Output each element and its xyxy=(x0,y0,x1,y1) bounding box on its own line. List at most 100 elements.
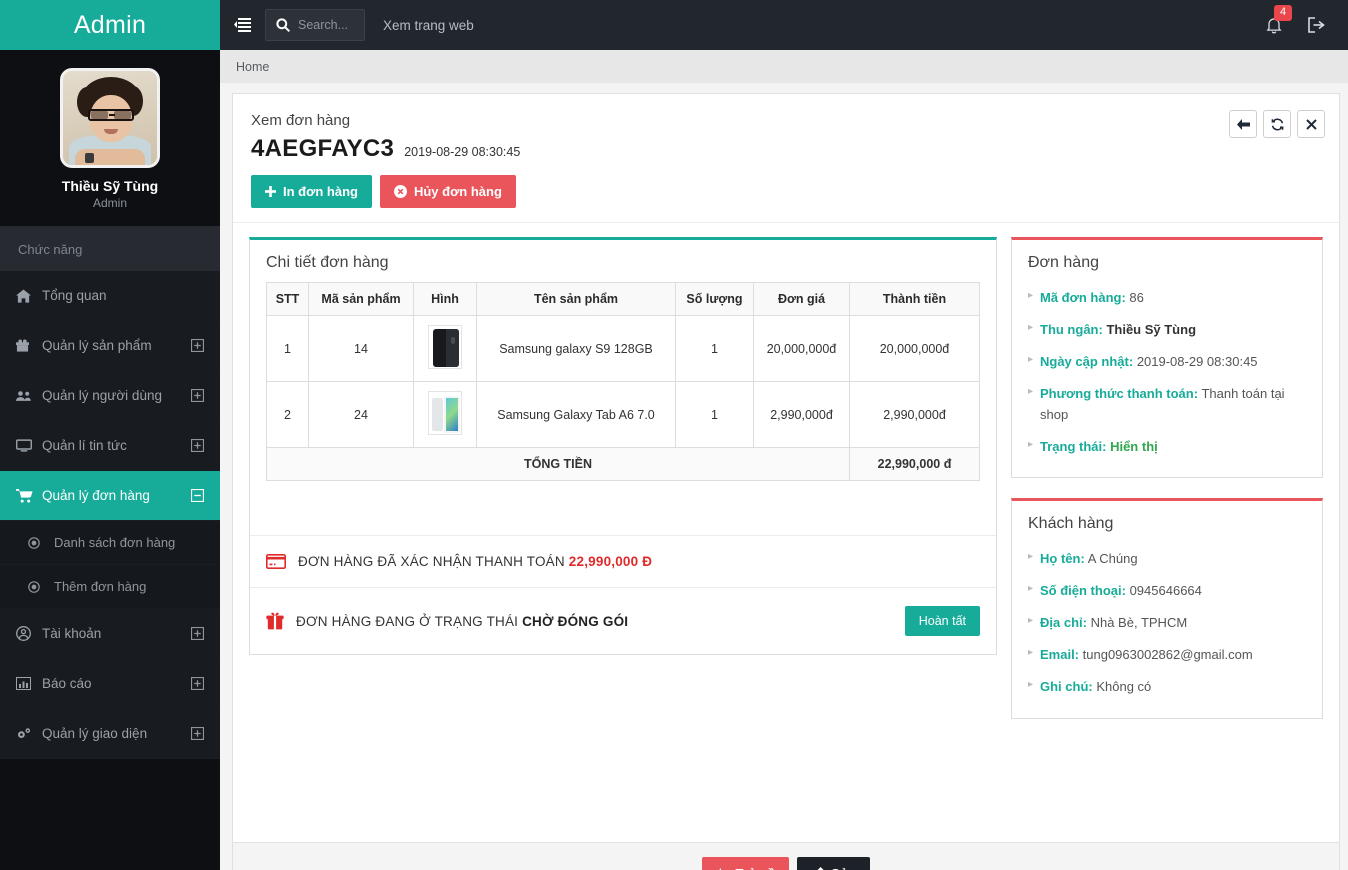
plus-square-icon[interactable] xyxy=(191,727,204,740)
dot-circle-icon xyxy=(28,580,54,593)
list-item: Mã đơn hàng: 86 xyxy=(1028,282,1306,314)
complete-order-button[interactable]: Hoàn tất xyxy=(904,606,980,636)
cell-don-gia: 2,990,000đ xyxy=(753,381,850,448)
customer-info-title: Khách hàng xyxy=(1028,514,1114,532)
main-area: Xem trang web 4 Home Xem đơn hàng xyxy=(220,0,1348,870)
order-info-title: Đơn hàng xyxy=(1028,254,1099,271)
search-box[interactable] xyxy=(265,9,365,41)
minus-square-icon[interactable] xyxy=(191,489,204,502)
sidebar-item-tai-khoan[interactable]: Tài khoản xyxy=(0,609,220,659)
page-actions: In đơn hàng Hủy đơn hàng xyxy=(251,175,1321,208)
list-item: Ngày cập nhật: 2019-08-29 08:30:45 xyxy=(1028,346,1306,378)
back-button[interactable]: Trở về xyxy=(701,857,790,870)
total-label: TỔNG TIỀN xyxy=(266,447,850,481)
info-value: tung0963002862@gmail.com xyxy=(1082,647,1253,663)
info-value: 86 xyxy=(1129,290,1144,305)
list-item: Ghi chú: Không có xyxy=(1028,671,1306,703)
cell-stt: 2 xyxy=(266,381,309,448)
admin-dashboard: Admin Thiều Sỹ Tùng Admin Chức năng Tổng… xyxy=(0,0,1348,870)
sidebar-profile: Thiều Sỹ Tùng Admin xyxy=(0,50,220,226)
logout-button[interactable] xyxy=(1308,17,1326,33)
search-input[interactable] xyxy=(298,18,354,32)
th-don-gia: Đơn giá xyxy=(753,282,850,316)
sidebar-item-label: Tổng quan xyxy=(42,288,107,303)
order-detail-table-wrapper: STT Mã sản phẩm Hình Tên sản phẩm Số lượ… xyxy=(250,282,996,497)
th-so-luong: Số lượng xyxy=(675,282,754,316)
sidebar-item-label: Quản lý người dùng xyxy=(42,388,162,403)
info-value: 0945646664 xyxy=(1129,582,1202,598)
sidebar: Admin Thiều Sỹ Tùng Admin Chức năng Tổng… xyxy=(0,0,220,870)
notifications-button[interactable]: 4 xyxy=(1266,4,1293,34)
page-title-row: 4AEGFAYC3 2019-08-29 08:30:45 xyxy=(251,135,1321,163)
breadcrumb-home[interactable]: Home xyxy=(236,60,269,74)
gift-icon xyxy=(266,612,284,630)
credit-card-icon xyxy=(266,554,286,569)
chart-bar-icon xyxy=(16,677,42,690)
page-header: Xem đơn hàng 4AEGFAYC3 2019-08-29 08:30:… xyxy=(233,94,1339,223)
order-status-text: ĐƠN HÀNG ĐANG Ở TRẠNG THÁI CHỜ ĐÓNG GÓI xyxy=(296,614,893,629)
cell-ten-san-pham: Samsung Galaxy Tab A6 7.0 xyxy=(476,381,676,448)
cell-so-luong: 1 xyxy=(675,315,754,382)
info-key: Ghi chú: xyxy=(1040,679,1093,695)
info-value: Nhà Bè, TPHCM xyxy=(1090,615,1188,631)
cancel-order-button[interactable]: Hủy đơn hàng xyxy=(379,175,516,208)
info-value: Thiều Sỹ Tùng xyxy=(1106,322,1197,338)
th-hinh: Hình xyxy=(413,282,477,316)
sidebar-item-quan-ly-don-hang[interactable]: Quản lý đơn hàng xyxy=(0,471,220,521)
sidebar-item-tong-quan[interactable]: Tổng quan xyxy=(0,271,220,321)
total-value: 22,990,000 đ xyxy=(849,447,980,481)
page-title: 4AEGFAYC3 xyxy=(251,135,395,162)
sidebar-subitem-danh-sach-don-hang[interactable]: Danh sách đơn hàng xyxy=(0,521,220,565)
sidebar-item-bao-cao[interactable]: Báo cáo xyxy=(0,659,220,709)
info-value: A Chúng xyxy=(1087,550,1138,566)
topbar: Xem trang web 4 xyxy=(220,0,1348,50)
sidebar-item-label: Quản lí tin tức xyxy=(42,438,127,453)
print-order-button[interactable]: In đơn hàng xyxy=(251,175,372,208)
samsung-galaxy-s9-thumbnail xyxy=(428,325,462,369)
info-key: Họ tên: xyxy=(1040,550,1085,566)
back-button-label: Trở về xyxy=(736,866,776,870)
sidebar-item-quan-li-tin-tuc[interactable]: Quản lí tin tức xyxy=(0,421,220,471)
back-arrow-icon[interactable] xyxy=(1229,110,1257,138)
payment-status-text: ĐƠN HÀNG ĐÃ XÁC NHẬN THANH TOÁN 22,990,0… xyxy=(298,554,980,569)
plus-square-icon[interactable] xyxy=(191,389,204,402)
plus-square-icon[interactable] xyxy=(191,339,204,352)
sidebar-item-quan-ly-san-pham[interactable]: Quản lý sản phẩm xyxy=(0,321,220,371)
sidebar-toggle-icon[interactable] xyxy=(234,18,251,32)
table-row: 1 14 Samsung galaxy S9 128GB 1 20,000,00… xyxy=(266,315,980,382)
brand-logo[interactable]: Admin xyxy=(0,0,220,50)
dot-circle-icon xyxy=(28,536,54,549)
sidebar-subitem-them-don-hang[interactable]: Thêm đơn hàng xyxy=(0,565,220,609)
page-subtitle: Xem đơn hàng xyxy=(251,112,351,129)
list-item: Địa chỉ: Nhà Bè, TPHCM xyxy=(1028,607,1306,639)
plus-square-icon[interactable] xyxy=(191,677,204,690)
page-date: 2019-08-29 08:30:45 xyxy=(404,145,521,159)
th-stt: STT xyxy=(266,282,309,316)
sidebar-item-label: Báo cáo xyxy=(42,676,92,691)
info-key: Trạng thái: xyxy=(1040,438,1107,454)
sidebar-item-label: Quản lý giao diện xyxy=(42,726,148,741)
home-icon xyxy=(16,288,42,303)
cell-hinh xyxy=(413,381,477,448)
info-key: Thu ngân: xyxy=(1040,322,1103,338)
profile-name: Thiều Sỹ Tùng xyxy=(61,178,159,194)
refresh-icon[interactable] xyxy=(1263,110,1291,138)
info-key: Mã đơn hàng: xyxy=(1040,290,1126,305)
th-thanh-tien: Thành tiền xyxy=(849,282,980,316)
close-icon[interactable] xyxy=(1297,110,1325,138)
plus-square-icon[interactable] xyxy=(191,627,204,640)
payment-status-label: ĐƠN HÀNG ĐÃ XÁC NHẬN THANH TOÁN xyxy=(298,554,565,569)
users-icon xyxy=(16,390,42,402)
sidebar-item-quan-ly-giao-dien[interactable]: Quản lý giao diện xyxy=(0,709,220,759)
edit-button[interactable]: Sửa xyxy=(797,857,871,870)
edit-button-label: Sửa xyxy=(831,866,856,870)
cancel-order-label: Hủy đơn hàng xyxy=(413,184,502,199)
order-info-panel: Đơn hàng Mã đơn hàng: 86 Thu ngân: Thiều… xyxy=(1011,237,1323,478)
plus-square-icon[interactable] xyxy=(191,439,204,452)
th-ma-san-pham: Mã sản phẩm xyxy=(308,282,414,316)
list-item: Trạng thái: Hiển thị xyxy=(1028,431,1306,463)
sidebar-subitem-label: Thêm đơn hàng xyxy=(54,579,147,594)
print-order-label: In đơn hàng xyxy=(283,184,358,199)
view-site-link[interactable]: Xem trang web xyxy=(383,18,474,33)
sidebar-item-quan-ly-nguoi-dung[interactable]: Quản lý người dùng xyxy=(0,371,220,421)
